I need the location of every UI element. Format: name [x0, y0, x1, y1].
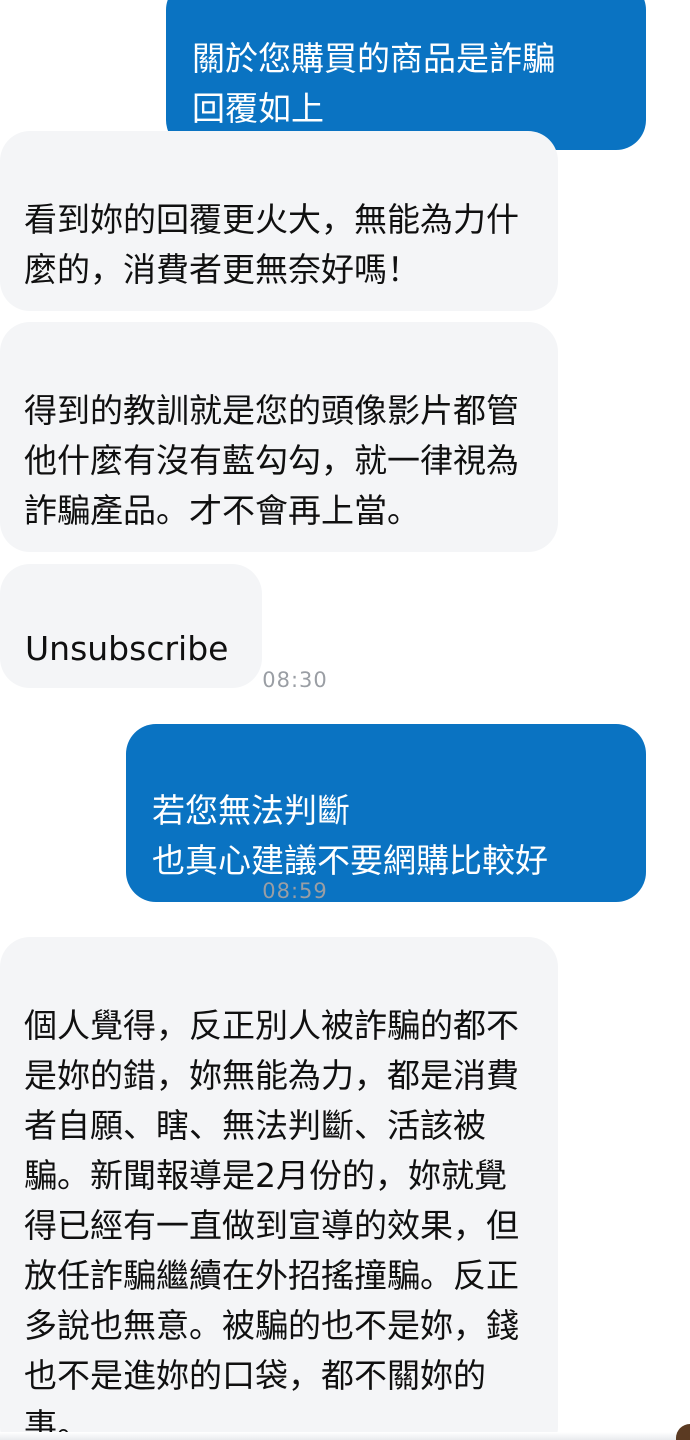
message-text: 關於您購買的商品是詐騙 回覆如上	[192, 39, 555, 128]
incoming-message-bubble[interactable]: 看到妳的回覆更火大，無能為力什麼的，消費者更無奈好嗎！	[0, 131, 558, 311]
message-text: 得到的教訓就是您的頭像影片都管他什麼有沒有藍勾勾，就一律視為詐騙產品。才不會再上…	[24, 391, 519, 530]
incoming-message-bubble[interactable]: 個人覺得，反正別人被詐騙的都不是妳的錯，妳無能為力，都是消費者自願、瞎、無法判斷…	[0, 937, 558, 1440]
chat-screen: 關於您購買的商品是詐騙 回覆如上 看到妳的回覆更火大，無能為力什麼的，消費者更無…	[0, 0, 690, 1440]
message-text: 個人覺得，反正別人被詐騙的都不是妳的錯，妳無能為力，都是消費者自願、瞎、無法判斷…	[24, 1006, 519, 1440]
message-text: 看到妳的回覆更火大，無能為力什麼的，消費者更無奈好嗎！	[24, 200, 519, 289]
avatar[interactable]	[676, 1424, 690, 1440]
message-text: Unsubscribe	[25, 629, 229, 668]
outgoing-message-bubble[interactable]: 關於您購買的商品是詐騙 回覆如上	[166, 0, 646, 150]
timestamp: 08:59	[262, 879, 328, 903]
bottom-edge-shadow	[0, 1432, 676, 1440]
message-text: 若您無法判斷 也真心建議不要網購比較好	[152, 791, 548, 880]
incoming-message-bubble[interactable]: 得到的教訓就是您的頭像影片都管他什麼有沒有藍勾勾，就一律視為詐騙產品。才不會再上…	[0, 322, 558, 552]
timestamp: 08:30	[262, 668, 328, 692]
outgoing-message-bubble[interactable]: 若您無法判斷 也真心建議不要網購比較好	[126, 724, 646, 902]
